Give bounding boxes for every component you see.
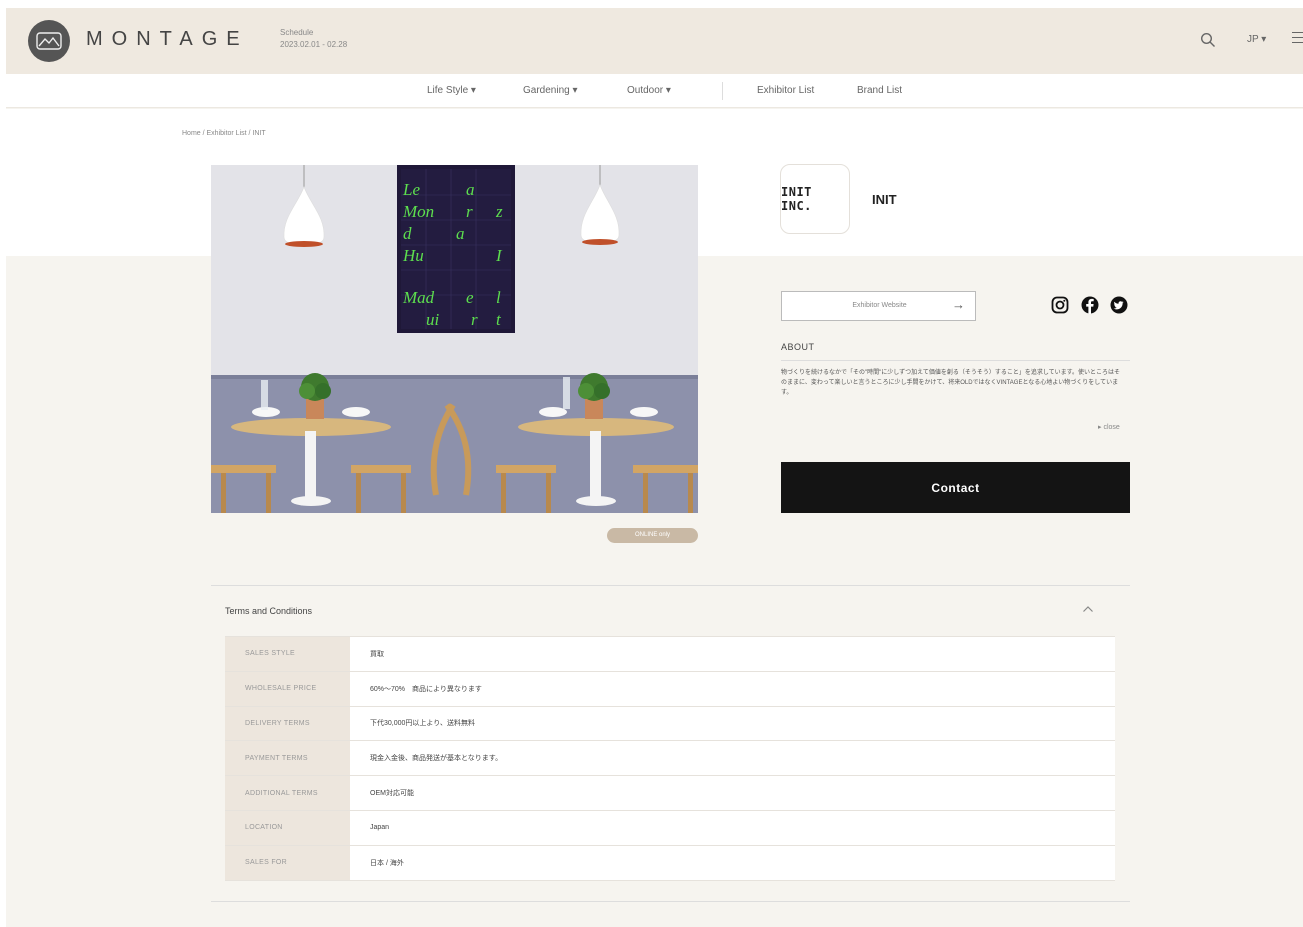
instagram-icon[interactable] (1051, 296, 1069, 314)
terms-key: SALES STYLE (225, 636, 350, 672)
schedule-dates: 2023.02.01 - 02.28 (280, 40, 348, 49)
terms-value: 下代30,000円以上より、送料無料 (350, 706, 1115, 742)
svg-text:r: r (471, 310, 478, 329)
svg-text:ui: ui (426, 310, 440, 329)
nav-item-life-style[interactable]: Life Style ▾ (427, 85, 476, 96)
nav-item-brand-list[interactable]: Brand List (857, 85, 902, 96)
exhibitor-name: INIT (872, 192, 897, 207)
exhibitor-website-label: Exhibitor Website (852, 302, 907, 309)
breadcrumb[interactable]: Home / Exhibitor List / INIT (182, 130, 266, 137)
about-text: 物づくりを続けるなかで「その"時間"に少しずつ加えて価値を創る（そうそう）するこ… (781, 370, 1121, 396)
schedule-info: Schedule 2023.02.01 - 02.28 (280, 27, 347, 51)
contact-button[interactable]: Contact (781, 462, 1130, 513)
online-only-badge: ONLINE only (607, 528, 698, 543)
svg-text:a: a (466, 180, 475, 199)
terms-top-divider (211, 585, 1130, 586)
arrow-right-icon: → (952, 297, 965, 312)
svg-text:l: l (496, 288, 501, 307)
svg-text:a: a (456, 224, 465, 243)
terms-key: DELIVERY TERMS (225, 706, 350, 742)
terms-value: Japan (350, 810, 1115, 846)
exhibitor-main-image: Le a Mon r z da Hu I Mad e l ui r t (211, 165, 698, 513)
terms-key: PAYMENT TERMS (225, 740, 350, 777)
terms-value: 日本 / 海外 (350, 845, 1115, 881)
svg-text:r: r (466, 202, 473, 221)
about-close-toggle[interactable]: ▸ close (1098, 423, 1120, 431)
svg-text:Mon: Mon (402, 202, 434, 221)
page: MONTAGE Schedule 2023.02.01 - 02.28 JP ▾… (6, 8, 1303, 927)
chevron-up-icon[interactable] (1082, 604, 1094, 614)
svg-text:Hu: Hu (402, 246, 424, 265)
search-icon[interactable] (1200, 32, 1216, 48)
terms-value: 買取 (350, 636, 1115, 672)
nav-item-exhibitor-list[interactable]: Exhibitor List (757, 85, 814, 96)
terms-bottom-divider (211, 901, 1130, 902)
site-header: MONTAGE Schedule 2023.02.01 - 02.28 JP ▾ (6, 8, 1303, 74)
category-nav: Life Style ▾ Gardening ▾ Outdoor ▾ Exhib… (6, 74, 1303, 108)
exhibitor-logo: INIT INC. (780, 164, 850, 234)
svg-text:Le: Le (402, 180, 420, 199)
nav-item-gardening[interactable]: Gardening ▾ (523, 85, 578, 96)
schedule-label: Schedule (280, 28, 314, 37)
twitter-icon[interactable] (1110, 296, 1128, 314)
about-divider (781, 360, 1130, 361)
nav-item-outdoor[interactable]: Outdoor ▾ (627, 85, 671, 96)
montage-logo-icon[interactable] (28, 20, 70, 62)
terms-table: SALES STYLE 買取 WHOLESALE PRICE 60%〜70% 商… (225, 636, 1115, 881)
terms-key: ADDITIONAL TERMS (225, 775, 350, 811)
terms-value: OEM対応可能 (350, 775, 1115, 811)
table-row: PAYMENT TERMS 現金入金後、商品発送が基本となります。 (225, 740, 1115, 777)
brand-name[interactable]: MONTAGE (86, 28, 249, 51)
about-heading: ABOUT (781, 342, 815, 352)
table-row: LOCATION Japan (225, 810, 1115, 846)
terms-title: Terms and Conditions (225, 606, 313, 616)
table-row: WHOLESALE PRICE 60%〜70% 商品により異なります (225, 671, 1115, 707)
table-row: DELIVERY TERMS 下代30,000円以上より、送料無料 (225, 706, 1115, 742)
nav-divider (722, 82, 723, 100)
terms-key: LOCATION (225, 810, 350, 846)
table-row: ADDITIONAL TERMS OEM対応可能 (225, 775, 1115, 811)
table-row: SALES FOR 日本 / 海外 (225, 845, 1115, 881)
exhibitor-website-button[interactable]: Exhibitor Website → (781, 291, 976, 321)
svg-text:d: d (403, 224, 412, 243)
terms-key: WHOLESALE PRICE (225, 671, 350, 707)
table-row: SALES STYLE 買取 (225, 636, 1115, 672)
svg-text:e: e (466, 288, 474, 307)
terms-value: 60%〜70% 商品により異なります (350, 671, 1115, 707)
svg-text:Mad: Mad (402, 288, 435, 307)
terms-key: SALES FOR (225, 845, 350, 881)
hamburger-menu-icon[interactable] (1292, 32, 1303, 46)
terms-value: 現金入金後、商品発送が基本となります。 (350, 740, 1115, 777)
facebook-icon[interactable] (1081, 296, 1099, 314)
svg-text:z: z (495, 202, 503, 221)
language-selector[interactable]: JP ▾ (1247, 34, 1266, 45)
